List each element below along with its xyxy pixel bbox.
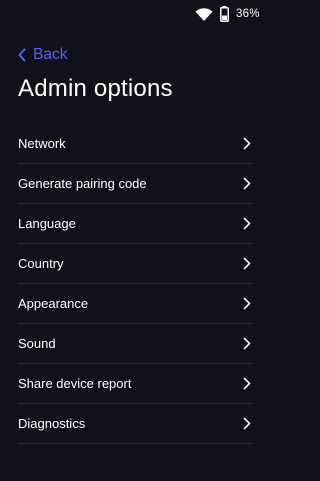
menu-item-network[interactable]: Network xyxy=(18,124,253,164)
menu-item-label: Network xyxy=(18,135,66,151)
chevron-right-icon xyxy=(243,217,251,230)
chevron-right-icon xyxy=(243,137,251,150)
page-title: Admin options xyxy=(18,75,173,102)
menu-item-label: Language xyxy=(18,215,76,231)
menu-item-generate-pairing-code[interactable]: Generate pairing code xyxy=(18,164,253,204)
back-label: Back xyxy=(33,46,68,63)
chevron-right-icon xyxy=(243,417,251,430)
menu-item-label: Diagnostics xyxy=(18,415,86,431)
chevron-left-icon xyxy=(18,48,26,62)
admin-options-list: Network Generate pairing code Language C… xyxy=(18,124,253,444)
menu-item-diagnostics[interactable]: Diagnostics xyxy=(18,404,253,444)
menu-item-country[interactable]: Country xyxy=(18,244,253,284)
menu-item-label: Sound xyxy=(18,335,56,351)
menu-item-appearance[interactable]: Appearance xyxy=(18,284,253,324)
chevron-right-icon xyxy=(243,297,251,310)
battery-percentage: 36% xyxy=(236,8,260,20)
menu-item-language[interactable]: Language xyxy=(18,204,253,244)
chevron-right-icon xyxy=(243,377,251,390)
menu-item-label: Generate pairing code xyxy=(18,175,147,191)
back-button[interactable]: Back xyxy=(17,45,67,65)
menu-item-label: Appearance xyxy=(18,295,89,311)
battery-icon xyxy=(220,6,229,22)
chevron-right-icon xyxy=(243,337,251,350)
menu-item-label: Country xyxy=(18,255,64,271)
menu-item-sound[interactable]: Sound xyxy=(18,324,253,364)
chevron-right-icon xyxy=(243,177,251,190)
menu-item-share-device-report[interactable]: Share device report xyxy=(18,364,253,404)
wifi-icon xyxy=(195,8,213,21)
menu-item-label: Share device report xyxy=(18,375,132,391)
chevron-right-icon xyxy=(243,257,251,270)
status-bar: 36% xyxy=(0,0,271,30)
